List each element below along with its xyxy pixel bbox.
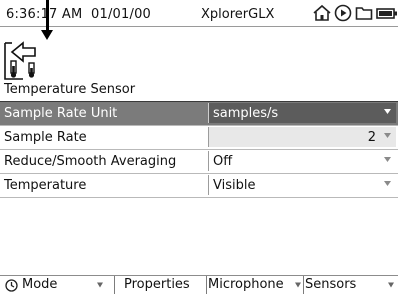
pointer-arrow-line [46,0,49,32]
sensors-label: Sensors [305,277,357,292]
battery-icon [376,8,397,19]
temperature-visibility-select[interactable]: Visible [208,175,396,195]
property-value: samples/s [213,106,279,121]
properties-button[interactable]: Properties [115,277,205,294]
chevron-down-icon [295,282,301,288]
averaging-select[interactable]: Off [208,151,396,171]
property-value: Visible [213,178,256,193]
chevron-down-icon [384,181,391,186]
property-value: 2 [367,130,376,145]
sensors-button[interactable]: Sensors [304,277,398,294]
property-label: Sample Rate Unit [4,106,118,121]
app-title: XplorerGLX [201,7,275,22]
status-bar: 6:36:17 AM 01/01/00 XplorerGLX [0,0,398,27]
microphone-label: Microphone [208,277,284,292]
home-icon[interactable] [312,4,332,22]
property-value: Off [213,154,233,169]
pointer-arrow-head [41,30,53,40]
sample-rate-unit-select[interactable]: samples/s [208,103,396,123]
property-label: Sample Rate [4,130,87,145]
property-label: Temperature [4,178,87,193]
properties-table: Sample Rate Unit samples/s Sample Rate 2… [0,102,398,198]
microphone-button[interactable]: Microphone [207,277,302,294]
property-label: Reduce/Smooth Averaging [4,154,177,169]
status-icons [312,4,398,22]
mode-button[interactable]: Mode [2,277,112,294]
chevron-down-icon [384,133,391,138]
property-row-sample-rate-unit[interactable]: Sample Rate Unit samples/s [0,102,398,126]
properties-label: Properties [124,277,190,292]
mode-label: Mode [22,277,58,292]
clock-time: 6:36:17 AM 01/01/00 [6,7,152,22]
clock-icon [5,279,18,292]
chevron-down-icon [97,282,103,288]
temperature-sensor-icon[interactable] [3,41,47,81]
clock-date: 01/01/00 [91,7,152,22]
folder-icon[interactable] [355,4,373,22]
function-key-bar: Mode Properties Microphone Sensors [0,275,398,294]
chevron-down-icon [388,282,394,288]
sample-rate-select[interactable]: 2 [208,127,396,147]
property-row-sample-rate[interactable]: Sample Rate 2 [0,126,398,150]
property-row-reduce-smooth-averaging[interactable]: Reduce/Smooth Averaging Off [0,150,398,174]
chevron-down-icon [384,109,391,114]
chevron-down-icon [384,157,391,162]
property-row-temperature[interactable]: Temperature Visible [0,174,398,198]
play-icon[interactable] [334,4,352,22]
sensor-title: Temperature Sensor [4,82,136,97]
